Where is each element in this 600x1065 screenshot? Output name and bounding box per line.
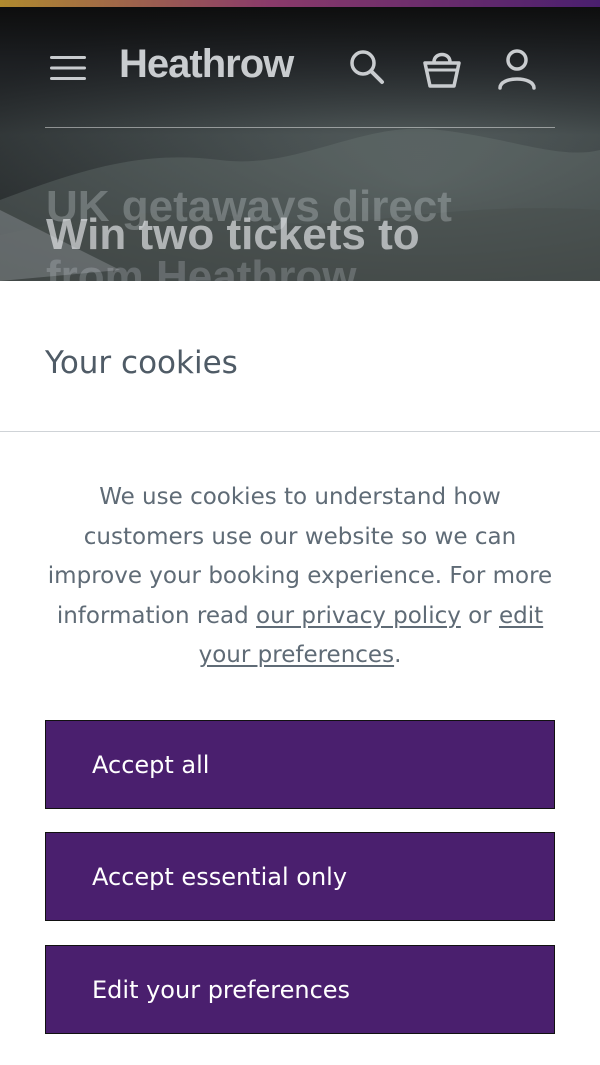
hero-header: Heathrow UK getaways direct Win two tick… — [0, 0, 600, 281]
edit-preferences-button[interactable]: Edit your preferences — [45, 945, 555, 1034]
account-icon[interactable] — [494, 46, 540, 92]
search-icon[interactable] — [348, 48, 386, 86]
cookie-dialog-divider — [0, 431, 600, 432]
header-divider — [45, 127, 555, 128]
accept-all-button[interactable]: Accept all — [45, 720, 555, 809]
cookie-description-connector: or — [460, 602, 499, 629]
accept-essential-button[interactable]: Accept essential only — [45, 832, 555, 921]
cookie-consent-dialog: Your cookies We use cookies to understan… — [0, 281, 600, 1065]
heathrow-logo[interactable]: Heathrow — [119, 40, 294, 88]
hero-title-background-secondary: from Heathrow — [46, 252, 357, 281]
menu-icon[interactable] — [50, 52, 86, 84]
cookie-dialog-title: Your cookies — [45, 345, 238, 381]
cookie-description-end: . — [394, 642, 402, 668]
brand-accent-bar — [0, 0, 600, 7]
cookie-description: We use cookies to understand how custome… — [40, 478, 560, 676]
privacy-policy-link[interactable]: our privacy policy — [256, 603, 461, 629]
shopping-bag-icon[interactable] — [420, 46, 464, 90]
